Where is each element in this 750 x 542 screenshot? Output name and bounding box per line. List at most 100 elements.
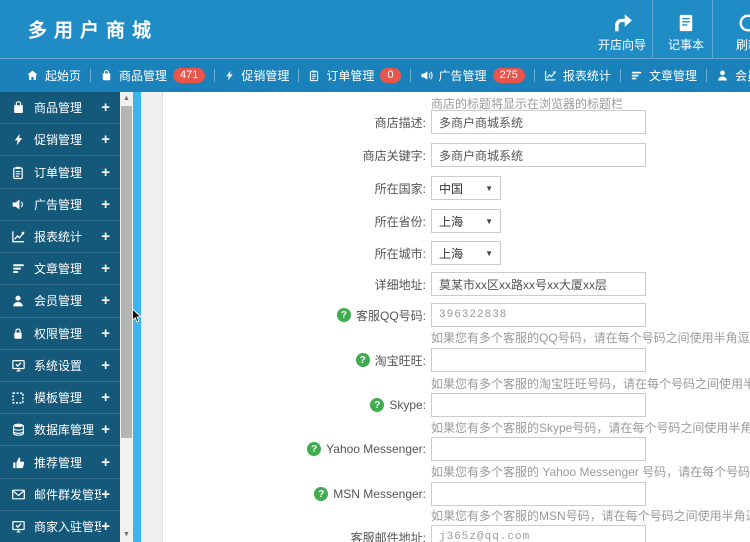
qq-number-input[interactable] [431,303,646,327]
chevron-down-icon: ▼ [485,216,493,226]
country-select[interactable]: 中国 ▼ [431,176,501,200]
refresh-button[interactable]: 刷新 [718,9,750,54]
address-input[interactable] [431,272,646,296]
sidebar-item-templates[interactable]: 模板管理 + [0,382,120,415]
open-shop-wizard-icon [592,9,652,36]
order-clipboard-icon [308,69,320,82]
nav-separator [90,69,92,82]
help-icon[interactable]: ? [355,353,370,367]
sidebar-item-recommend[interactable]: 推荐管理 + [0,446,120,479]
expand-plus-icon[interactable]: + [101,326,110,341]
yahoo-messenger-input[interactable] [431,437,646,461]
form-row-skype: ? Skype: [163,393,646,417]
scroll-up-arrow-icon[interactable]: ▲ [120,94,133,104]
field-label: 商店描述: [374,115,426,130]
sidebar-item-members[interactable]: 会员管理 + [0,285,120,318]
lock-icon [10,326,26,341]
expand-plus-icon[interactable]: + [101,229,110,244]
nav-item-home[interactable]: 起始页 [26,67,81,84]
content-divider-strip [133,92,141,542]
qq-hint: 如果您有多个客服的QQ号码，请在每个号码之间使用半角逗号（,）分隔。 [431,331,750,345]
nav-item-reports[interactable]: 报表统计 [544,67,611,84]
shop-keywords-input[interactable] [431,143,646,167]
notepad-button[interactable]: 记事本 [656,9,716,54]
expand-plus-icon[interactable]: + [101,165,110,180]
sidebar-item-reports[interactable]: 报表统计 + [0,221,120,254]
skype-input[interactable] [431,393,646,417]
scroll-down-arrow-icon[interactable]: ▼ [120,530,133,540]
sidebar-item-permissions[interactable]: 权限管理 + [0,318,120,350]
msn-messenger-input[interactable] [431,482,646,506]
nav-separator [619,69,621,82]
sidebar-item-label: 订单管理 [34,165,83,180]
expand-plus-icon[interactable]: + [101,487,110,502]
help-icon[interactable]: ? [370,398,385,412]
sidebar-item-label: 广告管理 [34,197,83,212]
field-label: 客服QQ号码: [355,308,426,323]
sidebar-item-ads[interactable]: 广告管理 + [0,189,120,221]
sidebar-scrollbar[interactable]: ▲ ▼ [120,92,133,542]
sidebar-item-system-settings[interactable]: 系统设置 + [0,350,120,382]
sidebar-item-mass-mail[interactable]: 邮件群发管理 + [0,479,120,511]
content-area: 商店的标题将显示在浏览器的标题栏 商店描述: 商店关键字: 所在国家: 中国 ▼… [141,92,750,542]
expand-plus-icon[interactable]: + [101,519,110,534]
expand-plus-icon[interactable]: + [101,293,110,308]
sidebar-item-orders[interactable]: 订单管理 + [0,156,120,189]
field-label: 详细地址: [374,277,426,292]
sidebar-item-label: 商品管理 [34,101,83,116]
nav-item-goods[interactable]: 商品管理 471 [100,67,206,84]
expand-plus-icon[interactable]: + [101,132,110,147]
sidebar-item-articles[interactable]: 文章管理 + [0,253,120,286]
shop-description-input[interactable] [431,110,646,134]
sidebar-item-merchant-entry[interactable]: 商家入驻管理 + [0,511,120,542]
field-label: 淘宝旺旺: [374,353,426,368]
nav-item-ads[interactable]: 广告管理 275 [420,67,525,84]
report-chart-icon [544,69,557,82]
city-select[interactable]: 上海 ▼ [431,241,501,265]
help-icon[interactable]: ? [314,487,329,501]
sidebar-item-database[interactable]: 数据库管理 + [0,414,120,447]
form-row-address: 详细地址: [163,272,646,296]
nav-item-label: 订单管理 [326,69,375,83]
article-lines-icon [10,261,26,276]
lightning-icon [10,132,26,147]
msn-hint: 如果您有多个客服的MSN号码，请在每个号码之间使用半角逗号（,）分隔。 [431,509,750,523]
sidebar-item-label: 报表统计 [34,229,83,244]
help-icon[interactable]: ? [336,308,351,322]
expand-plus-icon[interactable]: + [101,422,110,437]
sidebar-item-promotion[interactable]: 促销管理 + [0,124,120,157]
field-label: MSN Messenger: [333,487,426,501]
orders-count-badge: 0 [380,68,401,83]
nav-item-label: 报表统计 [562,69,611,83]
goods-bag-icon [10,100,26,115]
nav-item-promotion[interactable]: 促销管理 [224,67,289,84]
shop-title-hint: 商店的标题将显示在浏览器的标题栏 [431,97,624,111]
service-email-input[interactable] [431,525,646,542]
app-title: 多用户商城 [28,20,159,42]
main-nav: 起始页 商品管理 471 促销管理 订单管理 0 广告管理 275 报表统计 文… [0,58,750,92]
expand-plus-icon[interactable]: + [101,261,110,276]
expand-plus-icon[interactable]: + [101,455,110,470]
help-icon[interactable]: ? [307,442,322,456]
header-separator [652,0,653,58]
ad-speaker-icon [10,197,26,212]
expand-plus-icon[interactable]: + [101,100,110,115]
expand-plus-icon[interactable]: + [101,197,110,212]
scrollbar-thumb[interactable] [121,106,132,438]
field-label: 所在国家: [374,181,426,196]
nav-item-articles[interactable]: 文章管理 [630,67,697,84]
nav-separator [533,69,535,82]
form-row-city: 所在城市: 上海 ▼ [163,241,501,265]
database-icon [10,422,26,437]
open-shop-wizard-button[interactable]: 开店向导 [592,9,652,54]
expand-plus-icon[interactable]: + [101,390,110,405]
selected-value: 上海 [439,246,464,261]
expand-plus-icon[interactable]: + [101,358,110,373]
nav-item-label: 会员管理 [734,69,750,83]
sidebar-item-goods[interactable]: 商品管理 + [0,92,120,125]
taobao-wangwang-input[interactable] [431,348,646,372]
nav-item-orders[interactable]: 订单管理 0 [308,67,401,84]
settings-form-panel: 商店的标题将显示在浏览器的标题栏 商店描述: 商店关键字: 所在国家: 中国 ▼… [162,92,750,542]
province-select[interactable]: 上海 ▼ [431,209,501,233]
nav-item-members[interactable]: 会员管理 [716,67,750,84]
